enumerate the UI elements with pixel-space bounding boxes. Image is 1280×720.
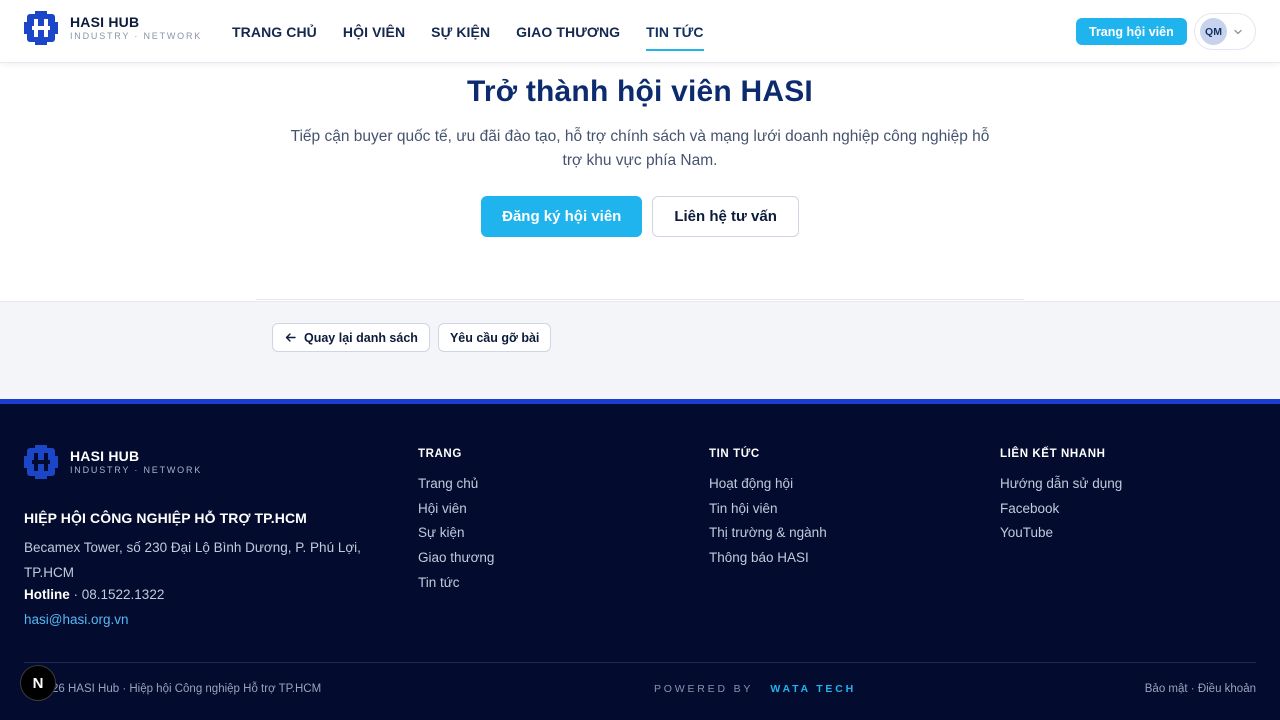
footer-brand-tagline: INDUSTRY · NETWORK [70, 465, 203, 475]
footer-col-title: TRANG [418, 448, 462, 460]
footer-powered-by: POWERED BY WATA TECH [654, 683, 856, 695]
membership-cta-section: Trở thành hội viên HASI Tiếp cận buyer q… [0, 63, 1280, 301]
footer-link-hoi-vien[interactable]: Hội viên [418, 501, 494, 526]
brand-tagline: INDUSTRY · NETWORK [70, 31, 203, 41]
article-actions-bar: Quay lại danh sách Yêu cầu gỡ bài [0, 301, 1280, 399]
chevron-down-icon [1234, 29, 1242, 34]
footer-org-name: HIỆP HỘI CÔNG NGHIỆP HỖ TRỢ TP.HCM [24, 510, 307, 526]
register-member-button[interactable]: Đăng ký hội viên [481, 196, 643, 237]
footer-col-title: LIÊN KẾT NHANH [1000, 448, 1106, 460]
hasi-logo-icon [24, 11, 58, 45]
footer-legal-links[interactable]: Bảo mật · Điều khoản [1145, 683, 1256, 695]
nav-giao-thuong[interactable]: GIAO THƯƠNG [516, 0, 620, 63]
footer-link-su-kien[interactable]: Sự kiện [418, 525, 494, 550]
cta-title: Trở thành hội viên HASI [467, 75, 813, 108]
hasi-logo-icon [24, 445, 58, 479]
footer-link-facebook[interactable]: Facebook [1000, 501, 1122, 526]
brand-logo-link[interactable]: HASI HUB INDUSTRY · NETWORK [24, 11, 202, 45]
footer-link-hoat-dong-hoi[interactable]: Hoạt động hội [709, 476, 827, 501]
avatar: QM [1200, 18, 1227, 45]
footer-divider [24, 662, 1256, 663]
brand-name: HASI HUB [70, 14, 140, 30]
nav-tin-tuc[interactable]: TIN TỨC [646, 0, 705, 63]
main-nav: TRANG CHỦ HỘI VIÊN SỰ KIỆN GIAO THƯƠNG T… [232, 0, 730, 63]
footer-copyright: 26 HASI Hub · Hiệp hội Công nghiệp Hỗ tr… [52, 683, 322, 695]
footer-address: Becamex Tower, số 230 Đại Lộ Bình Dương,… [24, 540, 361, 580]
arrow-left-icon [285, 333, 296, 342]
footer-link-trang-chu[interactable]: Trang chủ [418, 476, 494, 501]
top-header: HASI HUB INDUSTRY · NETWORK TRANG CHỦ HỘ… [0, 0, 1280, 63]
footer-brand[interactable]: HASI HUB INDUSTRY · NETWORK [24, 445, 202, 479]
footer-link-tin-tuc[interactable]: Tin tức [418, 575, 494, 600]
request-takedown-button[interactable]: Yêu cầu gỡ bài [437, 323, 552, 352]
back-to-list-label: Quay lại danh sách [304, 330, 418, 345]
nav-hoi-vien[interactable]: HỘI VIÊN [343, 0, 405, 63]
hotline-number: · 08.1522.1322 [69, 587, 165, 602]
footer-link-thi-truong-nganh[interactable]: Thị trường & ngành [709, 525, 827, 550]
cta-description: Tiếp cận buyer quốc tế, ưu đãi đào tạo, … [290, 128, 990, 169]
footer-hotline: Hotline · 08.1522.1322 [24, 587, 164, 602]
user-menu-toggle[interactable]: QM [1194, 13, 1256, 50]
contact-consult-button[interactable]: Liên hệ tư vấn [652, 196, 799, 237]
site-footer: HASI HUB INDUSTRY · NETWORK HIỆP HỘI CÔN… [0, 399, 1280, 720]
footer-col-quick-links: LIÊN KẾT NHANH Hướng dẫn sử dụng Faceboo… [1000, 448, 1122, 550]
footer-col-title: TIN TỨC [709, 448, 760, 460]
footer-link-tin-hoi-vien[interactable]: Tin hội viên [709, 501, 827, 526]
hotline-label: Hotline [24, 587, 70, 602]
nav-trang-chu[interactable]: TRANG CHỦ [232, 0, 317, 63]
footer-link-youtube[interactable]: YouTube [1000, 525, 1122, 550]
footer-link-thong-bao-hasi[interactable]: Thông báo HASI [709, 550, 827, 575]
nextjs-dev-badge[interactable]: N [20, 665, 56, 701]
footer-brand-name: HASI HUB [70, 448, 140, 464]
nav-su-kien[interactable]: SỰ KIỆN [431, 0, 490, 63]
footer-link-giao-thuong[interactable]: Giao thương [418, 550, 494, 575]
powered-by-brand-link[interactable]: WATA TECH [770, 683, 856, 695]
powered-by-label: POWERED BY [654, 683, 754, 695]
footer-col-tin-tuc: TIN TỨC Hoạt động hội Tin hội viên Thị t… [709, 448, 827, 575]
footer-link-user-guide[interactable]: Hướng dẫn sử dụng [1000, 476, 1122, 501]
member-page-button[interactable]: Trang hội viên [1076, 18, 1187, 45]
back-to-list-button[interactable]: Quay lại danh sách [272, 323, 430, 352]
footer-email-link[interactable]: hasi@hasi.org.vn [24, 612, 129, 627]
cta-actions: Đăng ký hội viên Liên hệ tư vấn [0, 196, 1280, 237]
section-divider [256, 299, 1024, 300]
footer-col-trang: TRANG Trang chủ Hội viên Sự kiện Giao th… [418, 448, 494, 599]
